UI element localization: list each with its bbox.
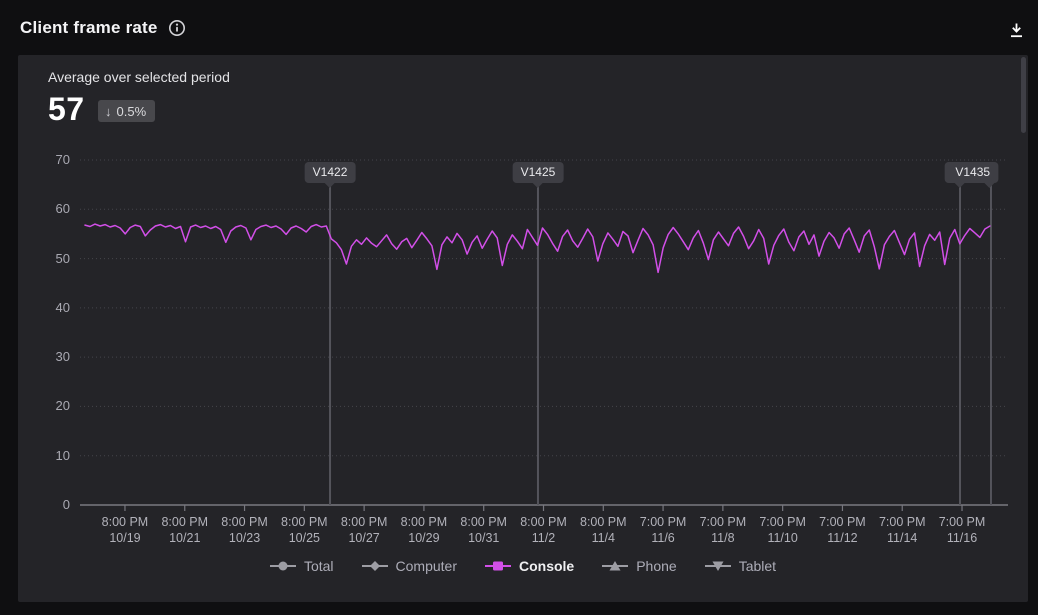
x-tick-time: 8:00 PM [460, 515, 507, 529]
y-tick-label: 50 [18, 251, 70, 267]
legend-label: Total [304, 558, 334, 574]
title-row: Client frame rate [20, 18, 186, 38]
y-tick-label: 10 [18, 448, 70, 464]
triangle-up-icon [602, 560, 628, 572]
panel-header: Client frame rate [0, 0, 1038, 55]
y-tick-label: 40 [18, 300, 70, 316]
y-tick-label: 30 [18, 349, 70, 365]
triangle-down-icon [705, 560, 731, 572]
x-tick-time: 8:00 PM [520, 515, 567, 529]
x-tick-time: 8:00 PM [580, 515, 627, 529]
x-tick-time: 7:00 PM [759, 515, 806, 529]
annotation-badge-v1435[interactable]: V1435 [947, 162, 998, 183]
legend-item-phone[interactable]: Phone [602, 558, 676, 574]
x-tick-time: 8:00 PM [102, 515, 149, 529]
annotation-badge-v1425[interactable]: V1425 [513, 162, 564, 183]
x-tick-time: 8:00 PM [341, 515, 388, 529]
diamond-icon [362, 560, 388, 572]
annotation-badge-v1422[interactable]: V1422 [305, 162, 356, 183]
legend-item-computer[interactable]: Computer [362, 558, 457, 574]
legend-label: Computer [396, 558, 457, 574]
legend-label: Tablet [739, 558, 776, 574]
x-tick-time: 7:00 PM [879, 515, 926, 529]
square-icon [485, 560, 511, 572]
download-icon [1008, 22, 1025, 39]
download-button[interactable] [1004, 18, 1028, 42]
y-tick-label: 60 [18, 201, 70, 217]
chart-card: Average over selected period 57 ↓ 0.5% 0… [18, 55, 1028, 602]
x-tick-label: 7:00 PM11/16 [924, 514, 1000, 546]
legend-item-tablet[interactable]: Tablet [705, 558, 776, 574]
info-icon-glyph [168, 19, 186, 37]
y-tick-label: 20 [18, 398, 70, 414]
info-icon[interactable] [168, 19, 186, 37]
x-tick-time: 7:00 PM [939, 515, 986, 529]
x-tick-time: 8:00 PM [281, 515, 328, 529]
page-title: Client frame rate [20, 18, 158, 38]
legend-label: Phone [636, 558, 676, 574]
x-tick-time: 7:00 PM [700, 515, 747, 529]
x-tick-time: 7:00 PM [640, 515, 687, 529]
chart-legend: Total Computer Console Phone Tablet [18, 558, 1028, 574]
legend-item-console[interactable]: Console [485, 558, 574, 574]
x-tick-time: 7:00 PM [819, 515, 866, 529]
x-tick-time: 8:00 PM [161, 515, 208, 529]
x-tick-time: 8:00 PM [401, 515, 448, 529]
x-tick-date: 11/16 [924, 530, 1000, 546]
legend-label: Console [519, 558, 574, 574]
legend-item-total[interactable]: Total [270, 558, 334, 574]
plot-area[interactable] [78, 160, 1008, 514]
circle-icon [270, 560, 296, 572]
y-tick-label: 0 [18, 497, 70, 513]
frame-rate-chart[interactable]: 010203040506070 8:00 PM10/198:00 PM10/21… [18, 55, 1028, 602]
y-tick-label: 70 [18, 152, 70, 168]
x-tick-time: 8:00 PM [221, 515, 268, 529]
